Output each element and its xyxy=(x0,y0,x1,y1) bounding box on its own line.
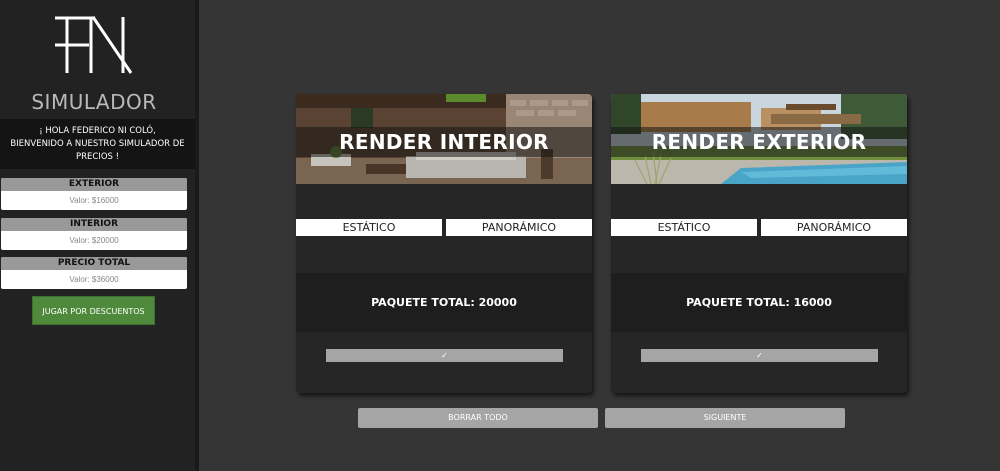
price-label: EXTERIOR xyxy=(1,178,187,191)
greeting-line: ¡ HOLA FEDERICO NI COLÓ, xyxy=(39,126,156,136)
card-title: RENDER INTERIOR xyxy=(296,127,592,157)
option-panoramic-button[interactable]: PANORÁMICO xyxy=(446,219,592,236)
sidebar: SIMULADOR ¡ HOLA FEDERICO NI COLÓ, BIENV… xyxy=(0,0,195,471)
next-button[interactable]: SIGUIENTE xyxy=(605,408,845,428)
confirm-check-button[interactable]: ✓ xyxy=(326,349,563,362)
option-static-button[interactable]: ESTÁTICO xyxy=(611,219,757,236)
sidebar-divider xyxy=(195,0,199,471)
simulator-title: SIMULADOR xyxy=(31,90,157,114)
option-panoramic-button[interactable]: PANORÁMICO xyxy=(761,219,907,236)
card-title: RENDER EXTERIOR xyxy=(611,127,907,157)
price-box-interior: INTERIOR Valor: $20000 xyxy=(1,218,187,250)
price-label: INTERIOR xyxy=(1,218,187,231)
price-value: Valor: $16000 xyxy=(69,196,119,205)
greeting-line: PRECIOS ! xyxy=(75,152,120,162)
price-value: Valor: $36000 xyxy=(69,275,119,284)
fx-logo-icon xyxy=(55,16,133,74)
package-total: PAQUETE TOTAL: 20000 xyxy=(296,273,592,332)
card-render-exterior: RENDER EXTERIOR ESTÁTICO PANORÁMICO PAQU… xyxy=(611,94,907,393)
price-box-exterior: EXTERIOR Valor: $16000 xyxy=(1,178,187,210)
option-static-button[interactable]: ESTÁTICO xyxy=(296,219,442,236)
package-total: PAQUETE TOTAL: 16000 xyxy=(611,273,907,332)
card-render-interior: RENDER INTERIOR ESTÁTICO PANORÁMICO PAQU… xyxy=(296,94,592,393)
check-icon: ✓ xyxy=(441,351,448,360)
price-value: Valor: $20000 xyxy=(69,236,119,245)
check-icon: ✓ xyxy=(756,351,763,360)
clear-all-button[interactable]: BORRAR TODO xyxy=(358,408,598,428)
greeting-message: ¡ HOLA FEDERICO NI COLÓ, BIENVENIDO A NU… xyxy=(0,119,195,169)
price-label: PRECIO TOTAL xyxy=(1,257,187,270)
play-for-discounts-button[interactable]: JUGAR POR DESCUENTOS xyxy=(32,296,155,325)
price-box-total: PRECIO TOTAL Valor: $36000 xyxy=(1,257,187,289)
greeting-line: BIENVENIDO A NUESTRO SIMULADOR DE xyxy=(10,139,185,149)
confirm-check-button[interactable]: ✓ xyxy=(641,349,878,362)
